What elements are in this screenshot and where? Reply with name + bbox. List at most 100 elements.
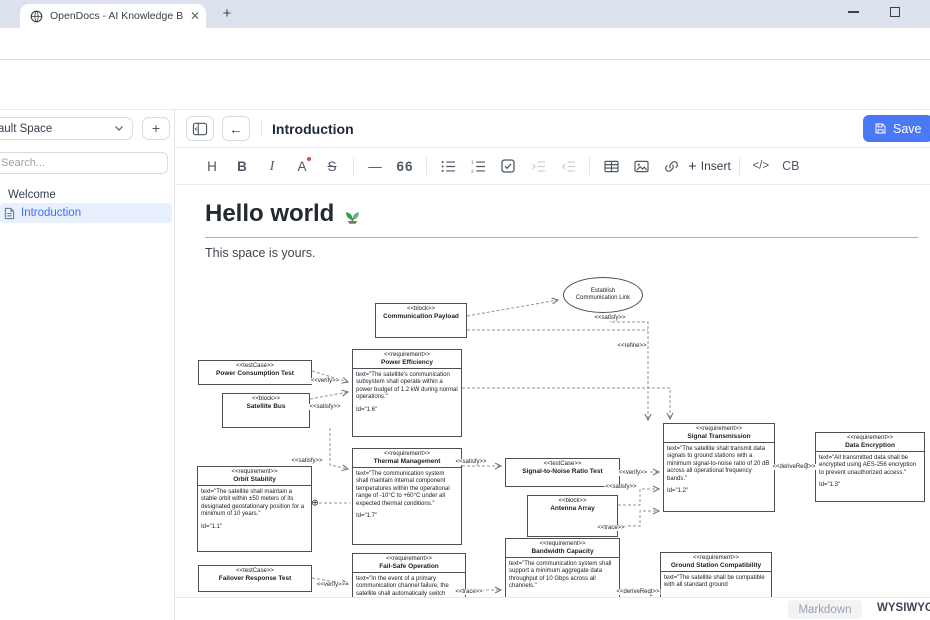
- heading-button[interactable]: H: [199, 154, 225, 178]
- diagram-edge: [330, 428, 348, 469]
- inline-code-button[interactable]: </>: [748, 154, 774, 178]
- doc-header: ← Introduction Save: [175, 110, 930, 148]
- text-color-button[interactable]: A: [289, 154, 315, 178]
- editor-toolbar: H B I A S — 66 12 + Insert </> CB: [175, 148, 930, 185]
- intro-paragraph: This space is yours.: [205, 246, 315, 260]
- text-color-label: A: [297, 159, 306, 174]
- tab-markdown[interactable]: Markdown: [788, 600, 862, 619]
- edge-label: <<deriveReqt>>: [771, 464, 816, 470]
- image-icon[interactable]: [628, 154, 654, 178]
- diagram-node-failover-response-test: <<testCase>>Failover Response Test: [198, 565, 312, 592]
- diagram-edge: [467, 300, 558, 316]
- edge-label: <<trace>>: [596, 525, 625, 531]
- page-title-text: Hello world: [205, 200, 334, 228]
- back-button[interactable]: ←: [222, 116, 250, 141]
- diagram-node-communication-payload: <<block>>Communication Payload: [375, 303, 467, 338]
- browser-url-bar: → ai-toolbox.visual-paradigm.com/app/ope…: [0, 28, 930, 60]
- edge-label: <<satisfy>>: [593, 315, 626, 321]
- diagram-node-ground-station-compatibility: <<requirement>>Ground Station Compatibil…: [660, 552, 772, 598]
- edge-label: <<trace>>: [454, 589, 483, 595]
- edge-label: <<verify>>: [316, 582, 346, 588]
- seedling-icon: [342, 204, 363, 225]
- window-maximize-button[interactable]: [890, 7, 900, 17]
- diagram-node-signal-to-noise-ratio-test: <<testCase>>Signal-to-Noise Ratio Test: [505, 458, 620, 487]
- insert-plus-icon: +: [688, 158, 697, 175]
- edge-label: <<satisfy>>: [290, 458, 323, 464]
- save-label: Save: [893, 122, 922, 136]
- toolbar-separator: [353, 157, 354, 175]
- link-icon[interactable]: [658, 154, 684, 178]
- add-space-button[interactable]: +: [142, 117, 170, 140]
- sidebar: Default Space + Welcome Introduction: [0, 110, 175, 620]
- search-input[interactable]: [0, 152, 168, 174]
- doc-title: Introduction: [272, 121, 354, 137]
- task-list-icon[interactable]: [495, 154, 521, 178]
- diagram-node-power-efficiency: <<requirement>>Power Efficiencytext="The…: [352, 349, 462, 437]
- save-button[interactable]: Save: [863, 115, 930, 142]
- header-divider: [261, 120, 262, 137]
- new-tab-button[interactable]: +: [216, 3, 238, 25]
- app-header: OpenDocs Powered by Visual Paradigm Shar…: [0, 60, 930, 110]
- window-minimize-button[interactable]: [848, 11, 859, 13]
- diagram-node-thermal-management: <<requirement>>Thermal Managementtext="T…: [352, 448, 462, 545]
- toggle-sidebar-button[interactable]: [186, 116, 214, 141]
- browser-tab[interactable]: OpenDocs - AI Knowledge Base ✕: [20, 4, 206, 28]
- space-selector[interactable]: Default Space: [0, 117, 133, 140]
- diagram-node-bandwidth-capacity: <<requirement>>Bandwidth Capacitytext="T…: [505, 538, 620, 598]
- diagram-edge: [618, 489, 659, 505]
- browser-tab-strip: OpenDocs - AI Knowledge Base ✕ +: [0, 0, 930, 28]
- diagram-edge: [618, 511, 659, 526]
- page-title: Hello world: [205, 200, 918, 238]
- toolbar-separator: [589, 157, 590, 175]
- outdent-icon[interactable]: [555, 154, 581, 178]
- indent-icon[interactable]: [525, 154, 551, 178]
- space-name: Default Space: [0, 123, 114, 135]
- insert-button[interactable]: + Insert: [688, 158, 731, 175]
- diagram-node-establish-communication-link: Establish Communication Link: [563, 277, 643, 313]
- numbered-list-icon[interactable]: 12: [465, 154, 491, 178]
- strikethrough-button[interactable]: S: [319, 154, 345, 178]
- browser-window: { "browser": { "tab_title": "OpenDocs - …: [0, 0, 930, 620]
- italic-button[interactable]: I: [259, 154, 285, 178]
- svg-text:1: 1: [471, 160, 474, 165]
- editor-footer: Markdown WYSIWYG: [175, 597, 930, 620]
- sidebar-item-introduction[interactable]: Introduction: [0, 203, 172, 223]
- table-icon[interactable]: [598, 154, 624, 178]
- toolbar-separator: [739, 157, 740, 175]
- diagram-edge: [462, 388, 670, 419]
- document-icon: [4, 207, 15, 220]
- diagram-node-satellite-bus: <<block>>Satellite Bus: [222, 393, 310, 428]
- svg-text:2: 2: [471, 168, 474, 172]
- diagram[interactable]: <<block>>Communication Payload Establish …: [180, 268, 930, 598]
- edge-label: <<refine>>: [616, 343, 647, 349]
- back-arrow-icon: ←: [229, 121, 243, 137]
- diagram-node-fail-safe-operation: <<requirement>>Fail-Safe Operationtext="…: [352, 553, 466, 598]
- edge-label: <<satisfy>>: [454, 459, 487, 465]
- horizontal-rule-button[interactable]: —: [362, 154, 388, 178]
- color-dot: [307, 157, 311, 161]
- insert-label: Insert: [701, 159, 731, 173]
- sidebar-item-label: Introduction: [21, 207, 81, 219]
- sidebar-section-welcome: Welcome: [8, 189, 56, 201]
- edge-label: <<deriveReqt>>: [615, 589, 660, 595]
- blockquote-button[interactable]: 66: [392, 154, 418, 178]
- bold-button[interactable]: B: [229, 154, 255, 178]
- bullet-list-icon[interactable]: [435, 154, 461, 178]
- chevron-down-icon: [114, 125, 124, 132]
- tab-wysiwyg[interactable]: WYSIWYG: [877, 602, 930, 614]
- diagram-node-signal-transmission: <<requirement>>Signal Transmissiontext="…: [663, 423, 775, 512]
- diagram-node-power-consumption-test: <<testCase>>Power Consumption Test: [198, 360, 312, 385]
- edge-label: <<satisfy>>: [604, 484, 637, 490]
- edge-label: <<verify>>: [618, 470, 648, 476]
- diagram-node-data-encryption: <<requirement>>Data Encryptiontext="All …: [815, 432, 925, 502]
- code-block-button[interactable]: CB: [778, 154, 804, 178]
- tab-close-icon[interactable]: ✕: [190, 10, 200, 22]
- edge-label: <<satisfy>>: [308, 404, 341, 410]
- tab-title: OpenDocs - AI Knowledge Base: [50, 10, 183, 22]
- diagram-node-orbit-stability: <<requirement>>Orbit Stabilitytext="The …: [197, 466, 312, 552]
- edge-label: <<verify>>: [310, 378, 340, 384]
- diagram-edge: [310, 392, 348, 399]
- containment-crosshair-icon: ⊕: [310, 498, 320, 509]
- tab-favicon-globe-icon: [30, 10, 43, 23]
- save-floppy-icon: [874, 122, 887, 135]
